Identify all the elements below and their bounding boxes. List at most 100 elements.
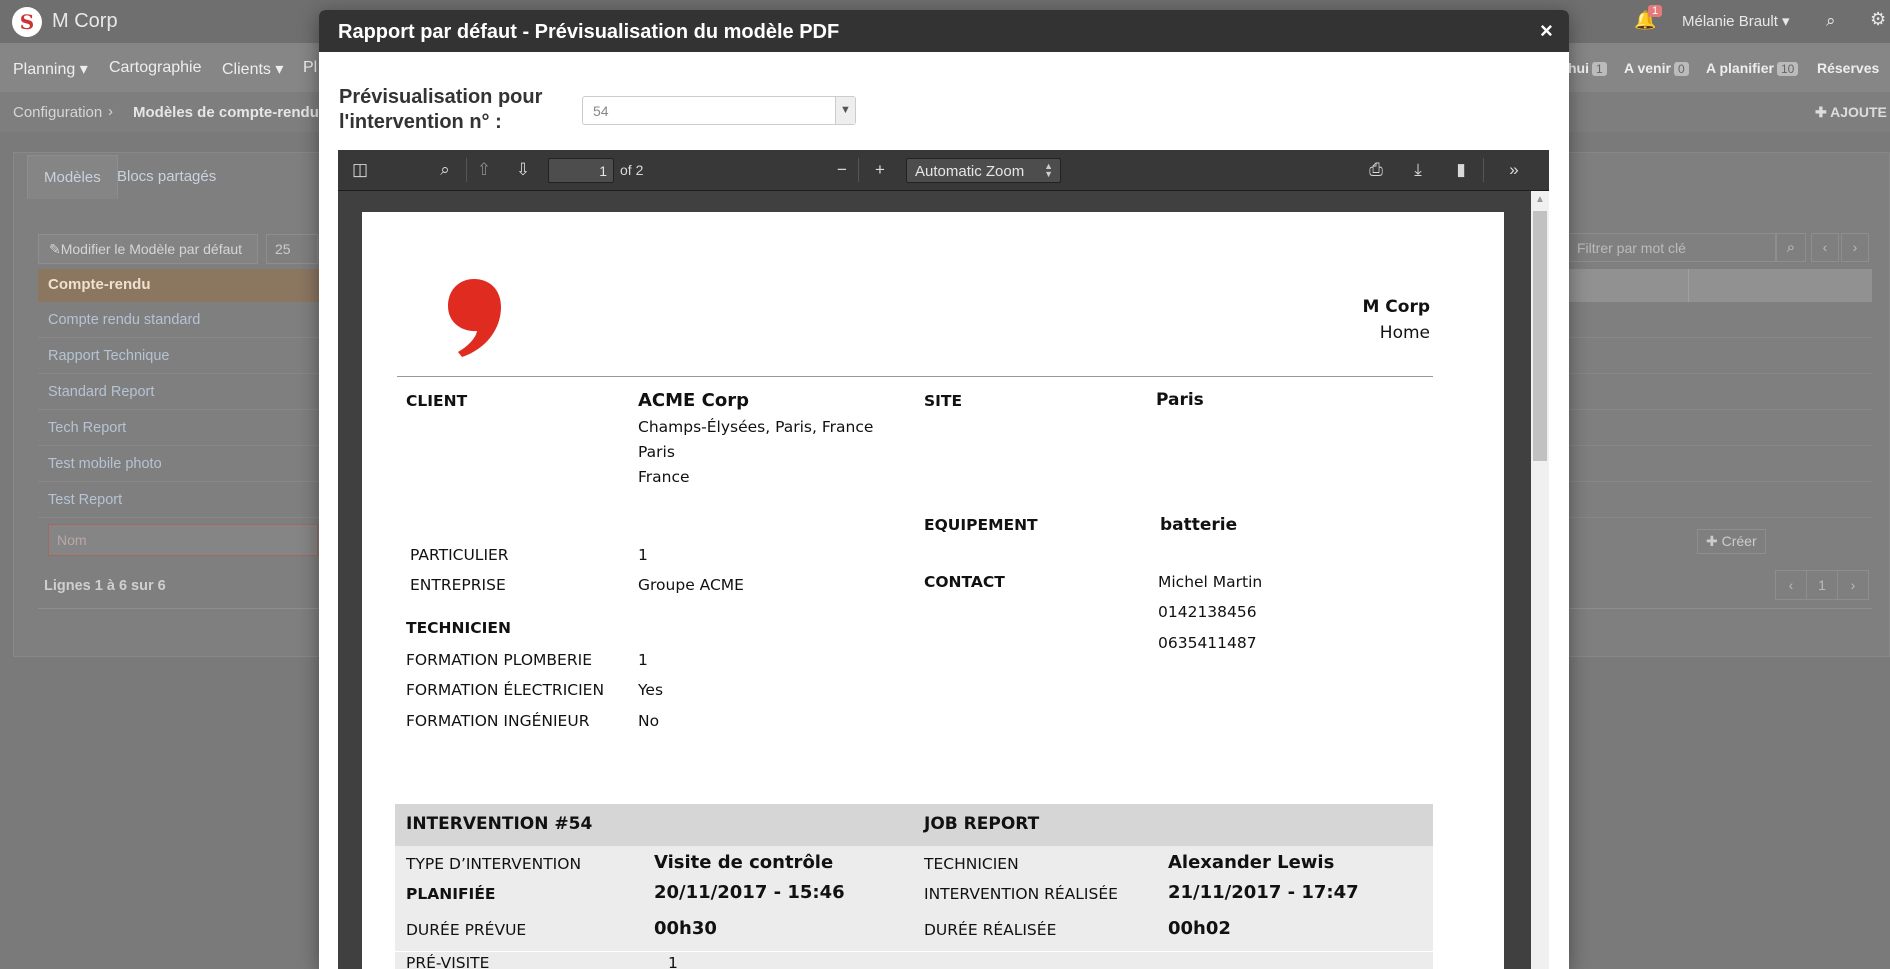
- contact-label: CONTACT: [924, 573, 1005, 591]
- add-button[interactable]: ✚ AJOUTE: [1815, 104, 1887, 121]
- nav-upcoming-label: A venir: [1624, 60, 1671, 76]
- brand-name[interactable]: M Corp: [52, 10, 118, 33]
- table-row-label[interactable]: Tech Report: [48, 420, 126, 436]
- table-header-right: [1568, 269, 1872, 302]
- table-row-label[interactable]: Standard Report: [48, 384, 154, 400]
- select-arrows-icon: ▲ ▼: [1044, 161, 1053, 179]
- nav-today[interactable]: hui 1: [1568, 60, 1607, 76]
- tab-blocs-partages[interactable]: Blocs partagés: [101, 155, 232, 199]
- technicien-section-label: TECHNICIEN: [406, 619, 511, 637]
- planifiee-value: 20/11/2017 - 15:46: [654, 882, 845, 903]
- table-header-divider: [1688, 269, 1689, 302]
- zoom-in-icon[interactable]: +: [868, 160, 892, 180]
- sidebar-toggle-icon[interactable]: ◫: [348, 160, 372, 180]
- page-count: of 2: [620, 162, 644, 178]
- plomberie-label: FORMATION PLOMBERIE: [406, 651, 592, 669]
- nav-to-plan[interactable]: A planifier 10: [1706, 60, 1799, 76]
- previous-page-icon[interactable]: ⇧: [472, 160, 496, 180]
- preview-label: Prévisualisation pour l'intervention n° …: [339, 86, 543, 133]
- job-report-heading: JOB REPORT: [924, 814, 1040, 834]
- contact-mobile: 0635411487: [1158, 634, 1257, 652]
- viewer-scrollbar[interactable]: ▲: [1531, 191, 1549, 969]
- app-logo[interactable]: S: [12, 7, 42, 37]
- filter-input[interactable]: Filtrer par mot clé: [1568, 233, 1776, 262]
- duree-prevue-value: 00h30: [654, 918, 717, 939]
- pdf-toolbar: ◫ ⌕ ⇧ ⇩ 1 of 2 − + Automatic Zoom ▲ ▼ ⎙ ⤓…: [338, 150, 1549, 191]
- previsite-label: PRÉ-VISITE: [406, 954, 490, 969]
- next-page-icon[interactable]: ⇩: [511, 160, 535, 180]
- tech-label: TECHNICIEN: [924, 855, 1019, 873]
- duree-realisee-label: DURÉE RÉALISÉE: [924, 921, 1057, 939]
- type-label: TYPE D’INTERVENTION: [406, 855, 582, 873]
- company-logo: [448, 279, 501, 357]
- zoom-select[interactable]: Automatic Zoom ▲ ▼: [906, 158, 1061, 183]
- download-icon[interactable]: ⤓: [1406, 160, 1430, 180]
- prev-page-button[interactable]: ‹: [1811, 233, 1839, 262]
- print-icon[interactable]: ⎙: [1364, 160, 1388, 180]
- equipment-value: batterie: [1160, 515, 1238, 535]
- contact-phone: 0142138456: [1158, 603, 1257, 621]
- bookmark-icon[interactable]: ▮: [1449, 160, 1473, 180]
- site-value: Paris: [1156, 390, 1204, 410]
- table-row-label[interactable]: Compte rendu standard: [48, 312, 200, 328]
- table-header-label[interactable]: Compte-rendu: [48, 276, 151, 293]
- scrollbar-thumb[interactable]: [1533, 211, 1547, 461]
- find-icon[interactable]: ⌕: [433, 160, 457, 180]
- pdf-preview-modal: Rapport par défaut - Prévisualisation du…: [319, 10, 1569, 969]
- previsite-value: 1: [668, 954, 678, 969]
- client-name: ACME Corp: [638, 390, 749, 411]
- particulier-value: 1: [638, 546, 648, 564]
- page-size-select[interactable]: 25: [266, 234, 318, 264]
- gear-icon[interactable]: ⚙: [1870, 9, 1886, 30]
- pager-page-button[interactable]: 1: [1806, 570, 1838, 600]
- nav-reserves-label: Réserves: [1817, 60, 1880, 76]
- company-name: M Corp: [1362, 297, 1430, 317]
- nav-to-plan-label: A planifier: [1706, 60, 1774, 76]
- create-button[interactable]: ✚ Créer: [1697, 529, 1766, 554]
- ingenieur-label: FORMATION INGÉNIEUR: [406, 712, 590, 730]
- electricien-value: Yes: [638, 681, 664, 699]
- entreprise-label: ENTREPRISE: [410, 576, 506, 594]
- intervention-select[interactable]: 54 ▼: [582, 96, 856, 125]
- pdf-viewer: ◫ ⌕ ⇧ ⇩ 1 of 2 − + Automatic Zoom ▲ ▼ ⎙ ⤓…: [338, 150, 1549, 969]
- nav-upcoming[interactable]: A venir 0: [1624, 60, 1689, 76]
- breadcrumb-root[interactable]: Configuration: [13, 104, 102, 121]
- realisee-label: INTERVENTION RÉALISÉE: [924, 885, 1118, 903]
- contact-name: Michel Martin: [1158, 573, 1263, 591]
- equipment-label: EQUIPEMENT: [924, 516, 1038, 534]
- chevron-down-icon[interactable]: ▼: [835, 97, 855, 124]
- user-menu[interactable]: Mélanie Brault ▾: [1682, 12, 1790, 30]
- scroll-up-icon[interactable]: ▲: [1531, 191, 1549, 209]
- planifiee-label: PLANIFIÉE: [406, 885, 496, 903]
- next-page-button[interactable]: ›: [1841, 233, 1869, 262]
- client-city: Paris: [638, 443, 675, 461]
- table-row-label[interactable]: Test mobile photo: [48, 456, 162, 472]
- pager-prev-button[interactable]: ‹: [1775, 570, 1807, 600]
- company-subtitle: Home: [1379, 323, 1430, 343]
- nav-clients[interactable]: Clients ▾: [222, 59, 283, 79]
- edit-default-template-button[interactable]: ✎Modifier le Modèle par défaut: [38, 234, 258, 264]
- table-row-label[interactable]: Test Report: [48, 492, 122, 508]
- table-row-label[interactable]: Rapport Technique: [48, 348, 169, 364]
- nav-planning[interactable]: Planning ▾: [13, 59, 88, 79]
- breadcrumb-chevron-icon: ›: [108, 103, 113, 120]
- nav-today-label: hui: [1568, 60, 1589, 76]
- zoom-out-icon[interactable]: −: [830, 160, 854, 180]
- nav-upcoming-count: 0: [1673, 62, 1689, 76]
- nav-cartographie[interactable]: Cartographie: [109, 59, 202, 77]
- notification-badge: 1: [1648, 5, 1663, 17]
- name-input[interactable]: Nom: [48, 524, 318, 556]
- nav-truncated[interactable]: Pl: [303, 59, 317, 77]
- close-icon[interactable]: ×: [1540, 18, 1553, 44]
- nav-reserves[interactable]: Réserves: [1817, 60, 1879, 76]
- page-number-input[interactable]: 1: [548, 158, 614, 183]
- header-rule: [397, 376, 1433, 377]
- tech-value: Alexander Lewis: [1168, 852, 1335, 873]
- zoom-select-value: Automatic Zoom: [915, 163, 1025, 180]
- filter-search-icon[interactable]: ⌕: [1776, 233, 1806, 262]
- intervention-heading: INTERVENTION #54: [406, 814, 593, 834]
- tools-icon[interactable]: »: [1502, 160, 1526, 180]
- pager-next-button[interactable]: ›: [1837, 570, 1869, 600]
- search-icon[interactable]: ⌕: [1826, 11, 1836, 31]
- pdf-page: M Corp Home CLIENT ACME Corp Champs-Élys…: [362, 212, 1504, 969]
